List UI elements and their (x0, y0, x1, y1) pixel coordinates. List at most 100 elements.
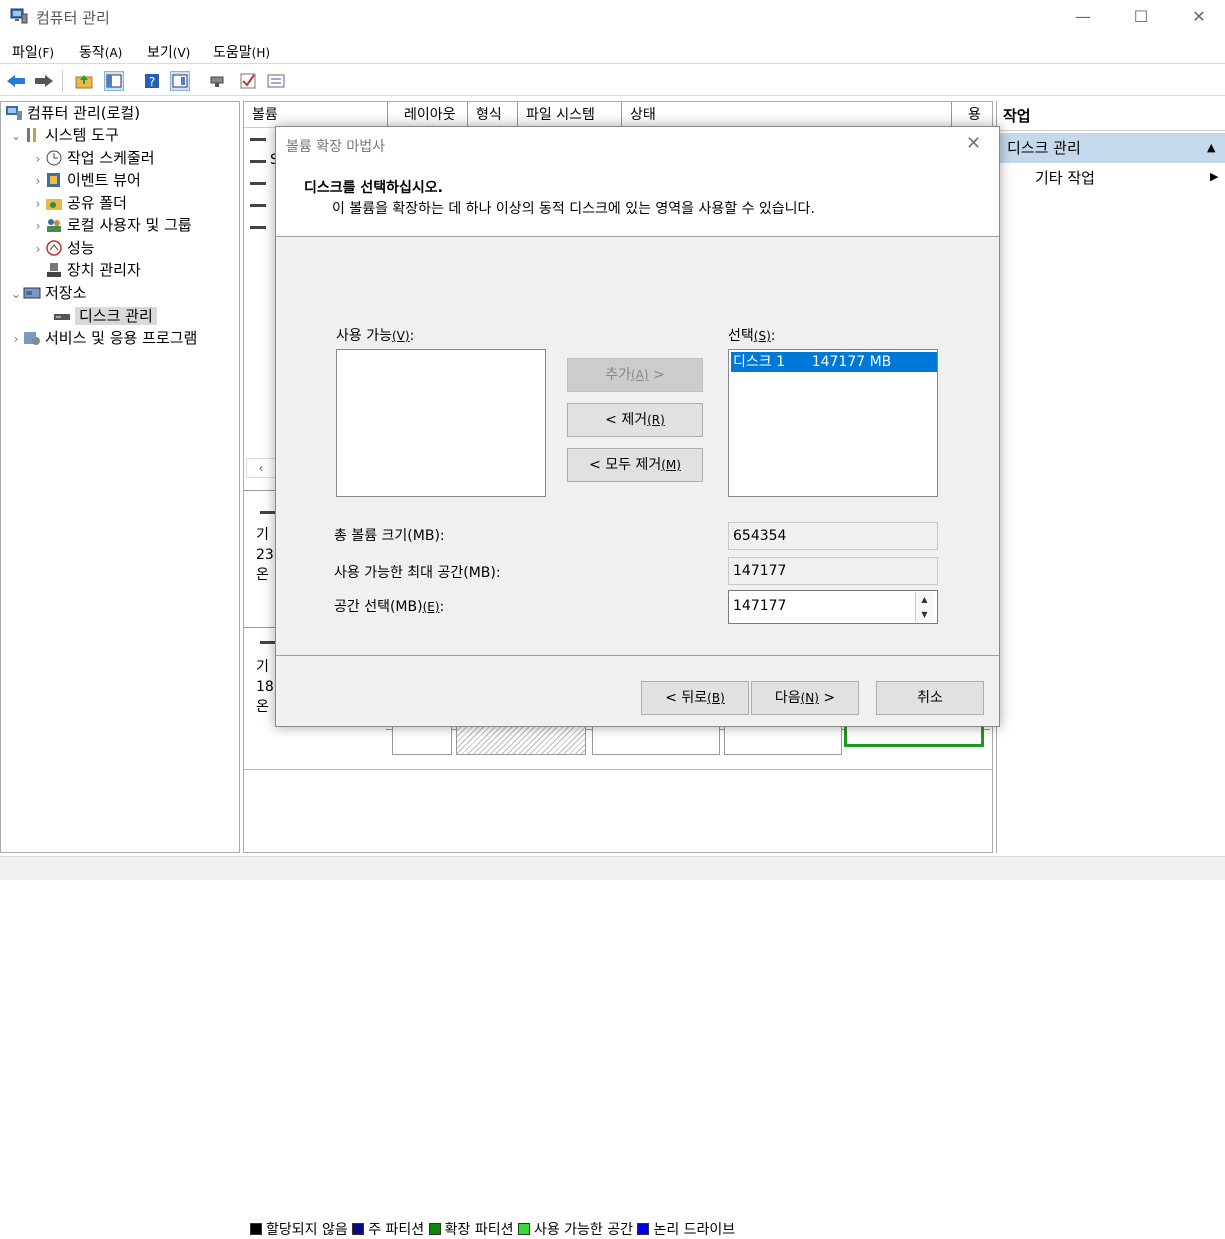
tree-item-services-apps[interactable]: › 서비스 및 응용 프로그램 (9, 327, 198, 350)
performance-icon (46, 240, 62, 256)
add-button-label: 추가 (605, 367, 631, 383)
dialog-close-icon[interactable]: ✕ (966, 133, 981, 154)
selected-label: 선택(S): (728, 328, 776, 344)
select-space-value[interactable]: 147177 (733, 598, 786, 614)
partition-segment[interactable] (724, 725, 842, 755)
select-space-label-key: (E) (422, 600, 440, 614)
collapse-up-icon[interactable]: ▲ (1207, 133, 1215, 163)
up-folder-icon[interactable] (74, 71, 94, 91)
chevron-right-icon[interactable]: › (31, 215, 45, 237)
dialog-header: 디스크를 선택하십시오. 이 볼륨을 확장하는 데 하나 이상의 동적 디스크에… (276, 163, 999, 237)
partition-segment[interactable] (392, 725, 452, 755)
tree-device-manager-label: 장치 관리자 (67, 261, 141, 279)
column-volume[interactable]: 볼륨 (244, 102, 388, 128)
legend-label: 논리 드라이브 (653, 1222, 736, 1238)
spin-down-icon[interactable]: ▼ (915, 607, 933, 622)
tree-item-event-viewer[interactable]: › 이벤트 뷰어 (31, 169, 141, 191)
minimize-button[interactable]: — (1060, 4, 1106, 30)
available-disks-list[interactable] (336, 349, 546, 497)
tree-item-device-manager[interactable]: 장치 관리자 (45, 259, 141, 281)
svg-text:?: ? (149, 75, 155, 89)
tree-item-task-scheduler[interactable]: › 작업 스케줄러 (31, 147, 155, 169)
remove-button[interactable]: < 제거(R) (567, 403, 703, 437)
tree-item-storage[interactable]: ⌄ 저장소 (9, 282, 86, 304)
menu-help-key: (H) (251, 46, 271, 60)
check-icon[interactable] (238, 71, 258, 91)
event-viewer-icon (47, 173, 60, 187)
column-status[interactable]: 상태 (622, 102, 952, 128)
chevron-down-icon[interactable]: ⌄ (9, 283, 23, 305)
add-button[interactable]: 추가(A) > (567, 358, 703, 392)
available-label-key: (V) (391, 329, 410, 343)
action-disk-management[interactable]: 디스크 관리 ▲ (997, 133, 1225, 163)
extend-volume-wizard: 볼륨 확장 마법사 ✕ 디스크를 선택하십시오. 이 볼륨을 확장하는 데 하나… (275, 126, 1000, 727)
menu-help[interactable]: 도움말(H) (213, 42, 270, 62)
forward-icon[interactable] (34, 71, 54, 91)
remove-all-button-label: < 모두 제거 (589, 457, 662, 473)
submenu-arrow-icon[interactable]: ▶ (1210, 170, 1218, 183)
connect-icon[interactable] (208, 71, 228, 91)
disk-0-size: 23 (256, 547, 274, 563)
column-type[interactable]: 형식 (468, 102, 518, 128)
storage-icon (23, 287, 41, 299)
action-disk-management-label: 디스크 관리 (1007, 139, 1081, 157)
list-icon[interactable] (266, 71, 286, 91)
window-title: 컴퓨터 관리 (36, 9, 110, 27)
select-space-spinbox[interactable]: 147177 ▲ ▼ (728, 590, 938, 624)
partition-segment[interactable] (592, 725, 720, 755)
tree-item-performance[interactable]: › 성능 (31, 237, 95, 259)
status-bar (0, 856, 1225, 880)
chevron-right-icon[interactable]: › (9, 328, 23, 350)
next-button-label: 다음 (774, 690, 801, 706)
back-icon[interactable] (6, 71, 26, 91)
properties-icon[interactable] (170, 71, 190, 91)
close-button[interactable]: ✕ (1176, 4, 1222, 30)
chevron-right-icon[interactable]: › (31, 148, 45, 170)
menu-file[interactable]: 파일(F) (12, 42, 54, 62)
chevron-right-icon[interactable]: › (31, 193, 45, 215)
column-file-system[interactable]: 파일 시스템 (518, 102, 622, 128)
chevron-right-icon[interactable]: › (31, 238, 45, 260)
column-capacity[interactable]: 용 (960, 102, 992, 128)
disk-icon (260, 511, 276, 514)
next-button-key: (N) (800, 691, 819, 705)
tree-item-disk-management[interactable]: 디스크 관리 (53, 305, 157, 327)
legend-item: 사용 가능한 공간 (517, 1222, 633, 1238)
scroll-left-button[interactable]: ‹ (246, 458, 276, 478)
selected-disks-list[interactable]: 디스크 1 147177 MB (728, 349, 938, 497)
title-bar: 컴퓨터 관리 — ☐ ✕ (0, 0, 1225, 34)
dialog-heading: 디스크를 선택하십시오. (304, 180, 443, 196)
partition-segment-hatched[interactable] (456, 725, 586, 755)
legend-label: 할당되지 않음 (266, 1222, 348, 1238)
tree-item-system-tools[interactable]: ⌄ 시스템 도구 (9, 124, 119, 146)
show-hide-tree-icon[interactable] (104, 71, 124, 91)
action-other-tasks[interactable]: 기타 작업 (1035, 167, 1095, 189)
column-layout[interactable]: 레이아웃 (396, 102, 468, 128)
legend-swatch (250, 1223, 262, 1235)
tree-item-root[interactable]: 컴퓨터 관리(로컬) (5, 102, 140, 124)
maximize-button[interactable]: ☐ (1118, 4, 1164, 30)
selected-label-key: (S) (753, 329, 771, 343)
menu-view[interactable]: 보기(V) (147, 42, 190, 62)
menu-action[interactable]: 동작(A) (79, 42, 122, 62)
volume-row-icon (250, 204, 266, 207)
back-button[interactable]: < 뒤로(B) (641, 681, 749, 715)
volume-row-icon (250, 160, 266, 163)
tree-item-local-users[interactable]: › 로컬 사용자 및 그룹 (31, 214, 192, 236)
disk-divider (244, 769, 992, 770)
toolbar-separator (62, 70, 63, 92)
menu-view-label: 보기 (147, 45, 173, 61)
console-tree: 컴퓨터 관리(로컬) ⌄ 시스템 도구 › 작업 스케줄러 › 이벤트 뷰어 › 공유 … (0, 101, 240, 853)
cancel-button[interactable]: 취소 (876, 681, 984, 715)
users-icon (47, 219, 61, 232)
spin-up-icon[interactable]: ▲ (915, 592, 933, 607)
tree-storage-label: 저장소 (45, 284, 87, 302)
remove-all-button[interactable]: < 모두 제거(M) (567, 448, 703, 482)
tree-item-shared-folders[interactable]: › 공유 폴더 (31, 192, 127, 214)
max-space-field: 147177 (728, 557, 938, 585)
chevron-down-icon[interactable]: ⌄ (9, 125, 23, 147)
next-button[interactable]: 다음(N) > (751, 681, 859, 715)
help-icon[interactable]: ? (142, 71, 162, 91)
chevron-right-icon[interactable]: › (31, 170, 45, 192)
selected-disk-item[interactable]: 디스크 1 147177 MB (731, 352, 937, 372)
